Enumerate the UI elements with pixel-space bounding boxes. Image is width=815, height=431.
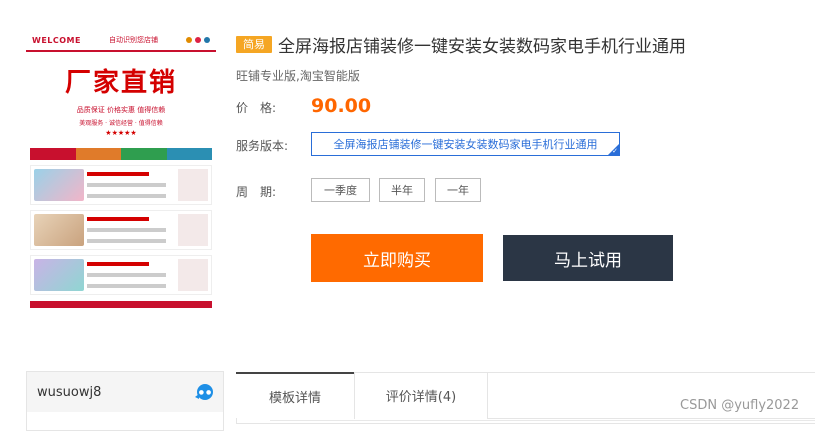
thumbnail-product-row bbox=[30, 210, 212, 250]
try-now-button[interactable]: 马上试用 bbox=[503, 235, 673, 281]
content-divider bbox=[270, 420, 815, 421]
watermark: CSDN @yufly2022 bbox=[680, 398, 800, 413]
wangwang-chat-icon[interactable]: ● ● bbox=[195, 384, 213, 400]
period-option-year[interactable]: 一年 bbox=[435, 178, 481, 202]
thumbnail-topbar: WELCOME 自动识别您店铺 bbox=[26, 30, 216, 52]
thumbnail-hero: 厂家直销 品质保证 价格实惠 值得信赖 美观服务 · 诚信经营 · 值得信赖 ★… bbox=[26, 52, 216, 148]
thumbnail-hero-tags: 品质保证 价格实惠 值得信赖 bbox=[76, 106, 166, 114]
product-title: 全屏海报店铺装修一键安装女装数码家电手机行业通用 bbox=[278, 37, 686, 57]
product-title-row: 简易 全屏海报店铺装修一键安装女装数码家电手机行业通用 bbox=[236, 32, 686, 57]
product-thumbnail[interactable]: WELCOME 自动识别您店铺 厂家直销 品质保证 价格实惠 值得信赖 美观服务… bbox=[26, 30, 216, 308]
thumbnail-dots bbox=[185, 37, 210, 43]
period-option-halfyear[interactable]: 半年 bbox=[379, 178, 425, 202]
price-label: 价 格: bbox=[236, 101, 277, 115]
product-subtitle: 旺铺专业版,淘宝智能版 bbox=[236, 69, 360, 83]
thumbnail-strip bbox=[30, 301, 212, 308]
version-label: 服务版本: bbox=[236, 139, 289, 153]
thumbnail-hero-line: 美观服务 · 诚信经营 · 值得信赖 bbox=[79, 120, 163, 127]
simple-badge: 简易 bbox=[236, 36, 272, 53]
tab-divider bbox=[487, 373, 488, 419]
tab-reviews[interactable]: 评价详情(4) bbox=[355, 372, 487, 418]
shop-name[interactable]: wusuowj8 bbox=[37, 385, 101, 400]
shop-header: wusuowj8 ● ● bbox=[27, 372, 223, 412]
period-label: 周 期: bbox=[236, 185, 277, 199]
shop-box: wusuowj8 ● ● bbox=[26, 371, 224, 431]
check-icon: ✓ bbox=[612, 147, 618, 155]
buy-now-button[interactable]: 立即购买 bbox=[311, 234, 483, 282]
thumbnail-product-row bbox=[30, 255, 212, 295]
thumbnail-welcome: WELCOME bbox=[32, 35, 81, 45]
thumbnail-welcome-sub: 自动识别您店铺 bbox=[108, 36, 158, 44]
tab-template-details[interactable]: 模板详情 bbox=[236, 372, 354, 418]
version-option-label: 全屏海报店铺装修一键安装女装数码家电手机行业通用 bbox=[333, 138, 598, 151]
thumbnail-hero-title: 厂家直销 bbox=[64, 68, 177, 98]
tab-baseline bbox=[488, 418, 815, 419]
thumbnail-product-row bbox=[30, 165, 212, 205]
period-option-quarter[interactable]: 一季度 bbox=[311, 178, 370, 202]
thumbnail-hero-stars: ★★★★★ bbox=[105, 129, 137, 137]
version-option-selected[interactable]: 全屏海报店铺装修一键安装女装数码家电手机行业通用 ✓ bbox=[311, 132, 620, 156]
thumbnail-category-bar bbox=[30, 148, 212, 160]
price-value: 90.00 bbox=[311, 95, 372, 117]
